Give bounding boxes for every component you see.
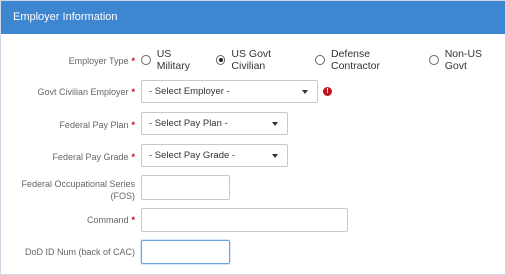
federal-pay-plan-label: Federal Pay Plan * bbox=[59, 120, 135, 130]
dod-id-input[interactable] bbox=[141, 240, 230, 264]
radio-option-us-govt-civilian[interactable]: US Govt Civilian bbox=[215, 48, 306, 72]
federal-pay-plan-select[interactable]: - Select Pay Plan - bbox=[141, 112, 288, 135]
radio-button-selected[interactable] bbox=[215, 55, 226, 65]
required-marker: * bbox=[131, 152, 135, 162]
radio-label: US Military bbox=[156, 48, 190, 72]
govt-civilian-employer-select[interactable]: - Select Employer - bbox=[141, 80, 318, 103]
govt-civilian-employer-label: Govt Civilian Employer * bbox=[37, 87, 135, 97]
radio-button[interactable] bbox=[315, 55, 325, 65]
required-marker: * bbox=[131, 215, 135, 225]
federal-pay-grade-label: Federal Pay Grade * bbox=[52, 152, 135, 162]
panel-title: Employer Information bbox=[13, 11, 118, 23]
radio-option-defense-contractor[interactable]: Defense Contractor bbox=[315, 48, 419, 72]
radio-button[interactable] bbox=[141, 55, 151, 65]
dod-id-label: DoD ID Num (back of CAC) bbox=[24, 247, 135, 257]
employer-type-radio-group: US Military US Govt Civilian Defense Con… bbox=[141, 48, 505, 72]
radio-label: Defense Contractor bbox=[331, 48, 381, 72]
select-value: - Select Employer - bbox=[149, 86, 230, 97]
select-value: - Select Pay Grade - bbox=[149, 150, 236, 161]
employer-type-label: Employer Type * bbox=[68, 56, 135, 66]
federal-pay-grade-select[interactable]: - Select Pay Grade - bbox=[141, 144, 288, 167]
required-marker: * bbox=[131, 56, 135, 66]
fos-input[interactable] bbox=[141, 175, 230, 200]
radio-option-non-us-govt[interactable]: Non-US Govt bbox=[428, 48, 505, 72]
chevron-down-icon bbox=[272, 153, 278, 158]
radio-label: Non-US Govt bbox=[444, 48, 483, 72]
panel-header: Employer Information bbox=[1, 1, 505, 34]
chevron-down-icon bbox=[272, 121, 278, 126]
fos-label: Federal Occupational Series (FOS) bbox=[21, 179, 135, 201]
radio-label: US Govt Civilian bbox=[231, 48, 272, 72]
required-marker: * bbox=[131, 120, 135, 130]
required-marker: * bbox=[131, 87, 135, 97]
radio-button[interactable] bbox=[428, 55, 439, 65]
command-input[interactable] bbox=[141, 208, 348, 232]
employer-information-panel: Employer Information Employer Type * US M… bbox=[0, 0, 506, 275]
command-label: Command * bbox=[86, 215, 135, 225]
select-value: - Select Pay Plan - bbox=[149, 118, 228, 129]
radio-option-us-military[interactable]: US Military bbox=[141, 48, 206, 72]
chevron-down-icon bbox=[302, 89, 308, 94]
error-icon: ! bbox=[323, 87, 332, 96]
